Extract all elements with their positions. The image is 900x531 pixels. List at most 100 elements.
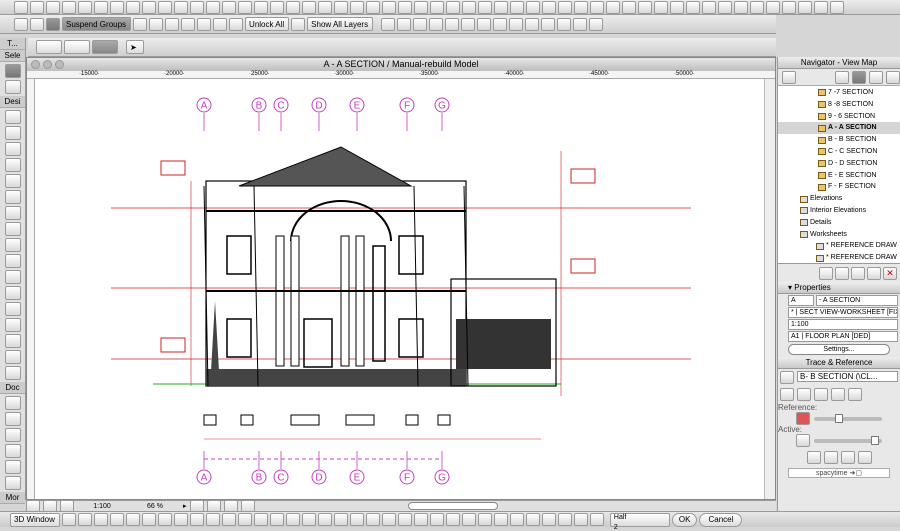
- design-tool-10-icon[interactable]: [5, 254, 21, 268]
- section-drawing[interactable]: AABBCCDDEEFFGG: [35, 79, 765, 499]
- send-back-icon[interactable]: [181, 18, 195, 31]
- bottom-tool-31-icon[interactable]: [542, 513, 556, 526]
- bottom-tool-5-icon[interactable]: [126, 513, 140, 526]
- bottom-tool-20-icon[interactable]: [366, 513, 380, 526]
- bottom-tool-27-icon[interactable]: [478, 513, 492, 526]
- view-tool-1-icon[interactable]: [381, 18, 395, 31]
- move-ref-icon[interactable]: [797, 388, 811, 401]
- marquee-tool-icon[interactable]: [5, 80, 21, 94]
- toolbar-8-icon[interactable]: [126, 1, 140, 14]
- vertical-scrollbar[interactable]: [764, 79, 775, 499]
- toolbar-31-icon[interactable]: [494, 1, 508, 14]
- navigator-item[interactable]: Worksheets: [778, 229, 900, 241]
- document-tool-5-icon[interactable]: [5, 460, 21, 474]
- new-folder-icon[interactable]: [819, 267, 833, 280]
- bottom-tool-9-icon[interactable]: [190, 513, 204, 526]
- navigator-item[interactable]: C - C SECTION: [778, 146, 900, 158]
- minimize-button[interactable]: [43, 60, 52, 69]
- bottom-tool-8-icon[interactable]: [174, 513, 188, 526]
- properties-header[interactable]: ▾ Properties: [778, 282, 900, 294]
- toolbar-45-icon[interactable]: [718, 1, 732, 14]
- arrow-tool-icon[interactable]: [5, 64, 21, 78]
- unlock-all-button[interactable]: Unlock All: [245, 17, 289, 31]
- bottom-tool-32-icon[interactable]: [558, 513, 572, 526]
- marquee-shape-button[interactable]: [64, 40, 90, 54]
- toolbar-34-icon[interactable]: [542, 1, 556, 14]
- bottom-tool-30-icon[interactable]: [526, 513, 540, 526]
- layout-field[interactable]: A1 | FLOOR PLAN [DED]: [788, 331, 898, 342]
- navigator-item[interactable]: B - B SECTION: [778, 134, 900, 146]
- bottom-tool-34-icon[interactable]: [590, 513, 604, 526]
- design-tool-16-icon[interactable]: [5, 350, 21, 364]
- toolbar-2-icon[interactable]: [30, 1, 44, 14]
- folder-icon[interactable]: [851, 267, 865, 280]
- show-all-layers-button[interactable]: Show All Layers: [307, 17, 373, 31]
- toolbar-43-icon[interactable]: [686, 1, 700, 14]
- bottom-tool-11-icon[interactable]: [222, 513, 236, 526]
- bottom-tool-14-icon[interactable]: [270, 513, 284, 526]
- toolbar-32-icon[interactable]: [510, 1, 524, 14]
- toolbar-44-icon[interactable]: [702, 1, 716, 14]
- bottom-tool-29-icon[interactable]: [510, 513, 524, 526]
- design-tool-9-icon[interactable]: [5, 238, 21, 252]
- layers-icon[interactable]: [291, 18, 305, 31]
- navigator-item[interactable]: 9 - 6 SECTION: [778, 111, 900, 123]
- toolbar-41-icon[interactable]: [654, 1, 668, 14]
- toolbar-7-icon[interactable]: [110, 1, 124, 14]
- active-color-icon[interactable]: [796, 434, 810, 447]
- design-tool-13-icon[interactable]: [5, 302, 21, 316]
- view-tool-7-icon[interactable]: [477, 18, 491, 31]
- toolbar-42-icon[interactable]: [670, 1, 684, 14]
- toolbar-9-icon[interactable]: [142, 1, 156, 14]
- navigator-item[interactable]: 7 -7 SECTION: [778, 87, 900, 99]
- bottom-tool-25-icon[interactable]: [446, 513, 460, 526]
- design-tool-15-icon[interactable]: [5, 334, 21, 348]
- design-tool-7-icon[interactable]: [5, 206, 21, 220]
- toolbar-36-icon[interactable]: [574, 1, 588, 14]
- bring-front-icon[interactable]: [133, 18, 147, 31]
- delete-icon[interactable]: ✕: [883, 267, 897, 280]
- trace-toggle-icon[interactable]: [780, 371, 794, 384]
- document-tool-2-icon[interactable]: [5, 412, 21, 426]
- reference-source[interactable]: B- B SECTION (\CL...: [797, 371, 898, 382]
- cancel-button[interactable]: Cancel: [699, 513, 742, 527]
- show-ref-icon[interactable]: [780, 388, 794, 401]
- bottom-tool-13-icon[interactable]: [254, 513, 268, 526]
- navigator-item[interactable]: F - F SECTION: [778, 181, 900, 193]
- view-tool-9-icon[interactable]: [509, 18, 523, 31]
- design-tool-3-icon[interactable]: [5, 142, 21, 156]
- toolbar-4-icon[interactable]: [62, 1, 76, 14]
- toolbar-46-icon[interactable]: [734, 1, 748, 14]
- close-button[interactable]: [31, 60, 40, 69]
- design-tool-5-icon[interactable]: [5, 174, 21, 188]
- trace-swap-icon[interactable]: [858, 451, 872, 464]
- toolbar-21-icon[interactable]: [334, 1, 348, 14]
- view-tool-13-icon[interactable]: [573, 18, 587, 31]
- zoom-display[interactable]: 66 %: [130, 503, 180, 510]
- toolbar-1-icon[interactable]: [14, 1, 28, 14]
- selection-method-button[interactable]: [36, 40, 62, 54]
- publisher-icon[interactable]: [886, 71, 900, 84]
- navigator-item[interactable]: D - D SECTION: [778, 158, 900, 170]
- bottom-tool-6-icon[interactable]: [142, 513, 156, 526]
- toolbar-22-icon[interactable]: [350, 1, 364, 14]
- open-icon[interactable]: [867, 267, 881, 280]
- bottom-tool-28-icon[interactable]: [494, 513, 508, 526]
- toolbar-26-icon[interactable]: [414, 1, 428, 14]
- navigator-item[interactable]: Details: [778, 217, 900, 229]
- toolbar-16-icon[interactable]: [254, 1, 268, 14]
- view-tool-11-icon[interactable]: [541, 18, 555, 31]
- reference-color-icon[interactable]: [796, 412, 810, 425]
- navigator-item[interactable]: 8 -8 SECTION: [778, 99, 900, 111]
- project-map-icon[interactable]: [835, 71, 849, 84]
- navigator-item[interactable]: Elevations: [778, 193, 900, 205]
- view-map-icon[interactable]: [852, 71, 866, 84]
- lock-icon[interactable]: [213, 18, 227, 31]
- toolbar-27-icon[interactable]: [430, 1, 444, 14]
- document-tool-6-icon[interactable]: [5, 476, 21, 490]
- scale-field[interactable]: 1:100: [788, 319, 898, 330]
- toolbar-33-icon[interactable]: [526, 1, 540, 14]
- toolbar-15-icon[interactable]: [238, 1, 252, 14]
- toolbar-20-icon[interactable]: [318, 1, 332, 14]
- view-tool-6-icon[interactable]: [461, 18, 475, 31]
